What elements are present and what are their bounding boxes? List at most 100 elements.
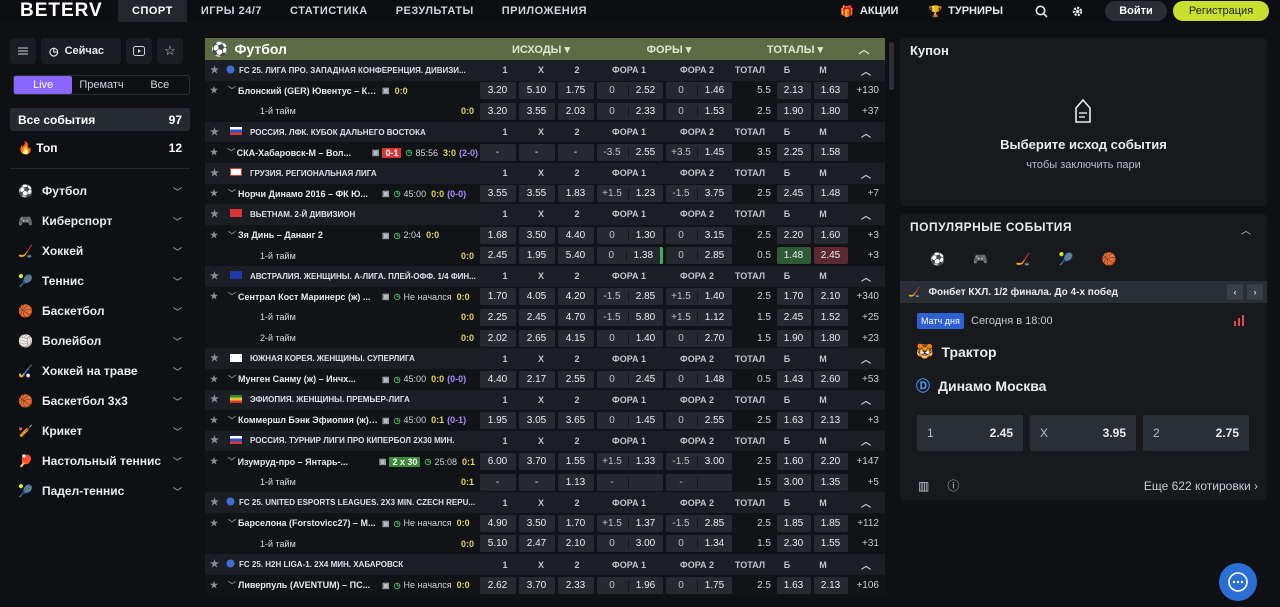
under-button[interactable]: 1.35 bbox=[813, 473, 848, 491]
nav-statistics[interactable]: СТАТИСТИКА bbox=[276, 0, 382, 22]
odd-button[interactable]: 1 2.45 bbox=[917, 415, 1023, 451]
star-icon[interactable]: ★ bbox=[210, 497, 222, 508]
gear-icon[interactable] bbox=[1069, 3, 1085, 19]
event-row[interactable]: ★ ﹀ Ливерпуль (AVENTUM) – ПС... ▣ ◷ Не началс… bbox=[205, 574, 885, 596]
chevron-down-icon[interactable]: ﹀ bbox=[173, 425, 182, 438]
handicap-button[interactable]: +3.5 1.45 bbox=[665, 144, 732, 162]
sidebar-item-sport[interactable]: 🏏 Крикет ﹀ bbox=[10, 416, 190, 446]
top-item[interactable]: 🔥 Топ 12 bbox=[10, 136, 190, 159]
over-button[interactable]: 3.00 bbox=[776, 473, 811, 491]
star-icon[interactable]: ★ bbox=[210, 271, 222, 282]
odd-button[interactable]: - bbox=[479, 144, 516, 162]
under-button[interactable]: 2.13 bbox=[813, 411, 848, 429]
handicap-button[interactable]: -1.5 3.00 bbox=[665, 453, 732, 471]
period-row[interactable]: 2-й тайм 0:0 2.02 2.65 4.15 0 1.40 0 2.70 1.5 1.90… bbox=[205, 327, 885, 349]
odd-button[interactable]: 3.70 bbox=[518, 453, 555, 471]
football-icon[interactable]: ⚽ bbox=[930, 252, 945, 266]
period-row[interactable]: 1-й тайм 0:0 2.45 1.95 5.40 0 1.38 0 2.85 0.5 1.48… bbox=[205, 245, 885, 266]
under-button[interactable]: 1.85 bbox=[813, 514, 848, 532]
promotions-link[interactable]: 🎁 АКЦИИ bbox=[840, 5, 898, 18]
star-icon[interactable]: ★ bbox=[210, 353, 222, 364]
odd-button[interactable]: 5.10 bbox=[479, 535, 516, 553]
odd-button[interactable]: 2.65 bbox=[518, 329, 555, 347]
odd-button[interactable]: - bbox=[479, 473, 516, 491]
handicap-button[interactable]: 0 1.30 bbox=[596, 226, 663, 244]
sidebar-item-sport[interactable]: 🏀 Баскетбол ﹀ bbox=[10, 296, 190, 326]
chevron-down-icon[interactable]: ﹀ bbox=[228, 230, 238, 241]
handicap-button[interactable]: 0 1.75 bbox=[665, 576, 732, 594]
more-markets-link[interactable]: +5 bbox=[849, 477, 885, 488]
handicap-button[interactable]: 0 2.33 bbox=[596, 102, 663, 120]
handicap-button[interactable]: 0 1.48 bbox=[665, 370, 732, 388]
handicap-button[interactable]: -1.5 2.85 bbox=[596, 288, 663, 306]
odd-button[interactable]: 2.62 bbox=[479, 576, 516, 594]
odd-button[interactable]: 2.10 bbox=[557, 535, 594, 553]
chevron-down-icon[interactable]: ﹀ bbox=[173, 275, 182, 288]
scrollbar[interactable] bbox=[889, 42, 894, 90]
odd-button[interactable]: 4.40 bbox=[557, 226, 594, 244]
over-button[interactable]: 1.63 bbox=[776, 411, 811, 429]
chevron-down-icon[interactable]: ﹀ bbox=[228, 415, 238, 426]
star-icon[interactable]: ★ bbox=[210, 580, 222, 591]
odd-button[interactable]: 3.20 bbox=[479, 102, 516, 120]
period-row[interactable]: 1-й тайм 0:1- -1.13- -1.5 3.00 1.35 +5 bbox=[205, 471, 885, 493]
odd-button[interactable]: 3.50 bbox=[518, 226, 555, 244]
odd-button[interactable]: 1.95 bbox=[518, 247, 555, 265]
sidebar-item-sport[interactable]: 🎮 Киберспорт ﹀ bbox=[10, 206, 190, 236]
nav-results[interactable]: РЕЗУЛЬТАТЫ bbox=[382, 0, 488, 22]
event-row[interactable]: ★ ﹀ Мунген Санму (ж) – Инчх... ▣ ◷ 45:00 0:0 (0… bbox=[205, 368, 885, 390]
odd-button[interactable]: 2.33 bbox=[557, 576, 594, 594]
handicap-button[interactable]: 0 1.45 bbox=[596, 411, 663, 429]
more-markets-link[interactable]: +25 bbox=[849, 312, 885, 323]
under-button[interactable]: 1.80 bbox=[813, 329, 848, 347]
collapse-icon[interactable]: ︿ bbox=[849, 41, 879, 57]
chevron-down-icon[interactable]: ﹀ bbox=[228, 374, 238, 385]
event-row[interactable]: ★ ﹀ Изумруд-про – Янтарь-... ▣ 2 x 30 ◷ 25:08 0… bbox=[205, 451, 885, 472]
under-button[interactable]: 1.55 bbox=[813, 535, 848, 553]
star-icon[interactable]: ★ bbox=[210, 188, 222, 199]
handicap-button[interactable]: 0 2.70 bbox=[665, 329, 732, 347]
star-icon[interactable]: ★ bbox=[210, 415, 222, 426]
star-icon[interactable]: ★ bbox=[210, 435, 222, 446]
under-button[interactable]: 2.45 bbox=[813, 247, 848, 265]
odd-button[interactable]: 4.20 bbox=[557, 288, 594, 306]
handicap-button[interactable]: 0 2.85 bbox=[665, 247, 732, 265]
under-button[interactable]: 2.10 bbox=[813, 288, 848, 306]
chevron-up-icon[interactable]: ︿ bbox=[841, 269, 877, 284]
odd-button[interactable]: 4.15 bbox=[557, 329, 594, 347]
sidebar-item-sport[interactable]: ⚽ Футбол ﹀ bbox=[10, 176, 190, 206]
under-button[interactable]: 1.80 bbox=[813, 102, 848, 120]
event-row[interactable]: ★ ﹀ Зя Динь – Дананг 2 ▣ ◷ 2:04 0:0 1.68 3.50 4.4… bbox=[205, 224, 885, 246]
more-markets-link[interactable]: +147 bbox=[849, 456, 885, 467]
more-markets-link[interactable]: +53 bbox=[849, 374, 885, 385]
more-markets-link[interactable]: +37 bbox=[849, 106, 885, 117]
chevron-up-icon[interactable]: ︿ bbox=[841, 495, 877, 510]
stats-icon[interactable]: ▣ bbox=[382, 231, 390, 240]
logo[interactable]: BETERV bbox=[0, 0, 118, 22]
handicap-button[interactable]: -1.5 2.85 bbox=[665, 514, 732, 532]
period-row[interactable]: 1-й тайм 0:0 5.10 2.47 2.10 0 3.00 0 1.34 1.5 2.30… bbox=[205, 533, 885, 555]
tab-prematch[interactable]: Прематч bbox=[72, 76, 130, 94]
event-row[interactable]: ★ ﹀ СКА-Хабаровск-М – Вол... ▣ 0-1 ◷ 85:56 3:0(… bbox=[205, 142, 885, 163]
chat-button[interactable] bbox=[1219, 563, 1257, 601]
star-icon[interactable]: ★ bbox=[210, 291, 222, 302]
chevron-up-icon[interactable]: ︿ bbox=[841, 207, 877, 222]
handicap-button[interactable]: 0 3.00 bbox=[596, 535, 663, 553]
stats-icon[interactable]: ▥ bbox=[918, 479, 929, 493]
odd-button[interactable]: 2.25 bbox=[479, 308, 516, 326]
more-markets-link[interactable]: +3 bbox=[849, 230, 885, 241]
handicap-button[interactable]: 0 1.53 bbox=[665, 102, 732, 120]
chevron-up-icon[interactable]: ︿ bbox=[1241, 222, 1251, 237]
handicap-button[interactable]: +1.5 1.12 bbox=[665, 308, 732, 326]
all-events-item[interactable]: Все события 97 bbox=[10, 108, 190, 131]
odd-button[interactable]: 2.17 bbox=[518, 370, 555, 388]
handicap-button[interactable]: 0 3.15 bbox=[665, 226, 732, 244]
chevron-up-icon[interactable]: ︿ bbox=[841, 557, 877, 572]
star-icon[interactable]: ★ bbox=[210, 374, 222, 385]
more-markets-link[interactable]: +130 bbox=[849, 85, 885, 96]
tab-all[interactable]: Все bbox=[131, 76, 189, 94]
stats-icon[interactable]: ▣ bbox=[379, 457, 387, 466]
chevron-down-icon[interactable]: ﹀ bbox=[227, 147, 236, 158]
over-button[interactable]: 2.13 bbox=[776, 82, 811, 100]
chevron-down-icon[interactable]: ﹀ bbox=[173, 215, 182, 228]
